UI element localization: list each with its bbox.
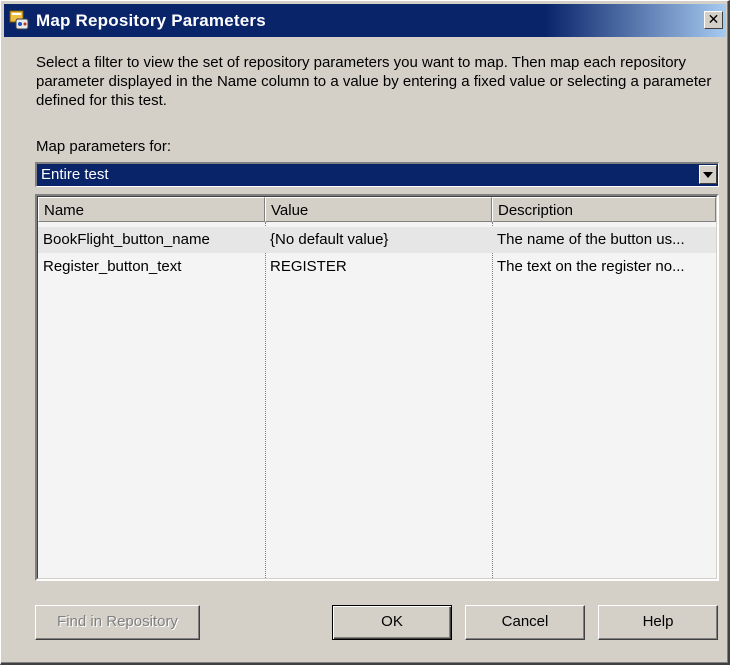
table-row[interactable]: BookFlight_button_name {No default value… [38, 227, 716, 253]
dropdown-selected-value: Entire test [41, 166, 109, 183]
cell-description: The name of the button us... [497, 231, 685, 248]
cancel-button[interactable]: Cancel [465, 605, 585, 640]
table-header: Name Value Description [38, 197, 716, 222]
parameters-table[interactable]: Name Value Description BookFlight_button… [35, 194, 719, 581]
map-parameters-dropdown[interactable]: Entire test [35, 162, 719, 187]
window-title: Map Repository Parameters [36, 11, 266, 30]
column-header-description[interactable]: Description [492, 197, 716, 222]
parameters-table-body: Name Value Description BookFlight_button… [37, 196, 717, 579]
map-parameters-label: Map parameters for: [36, 138, 172, 155]
cell-name: Register_button_text [43, 258, 182, 275]
title-bar[interactable]: Map Repository Parameters ✕ [4, 4, 726, 37]
cell-value[interactable]: {No default value} [265, 227, 492, 253]
table-row[interactable]: Register_button_text REGISTER The text o… [38, 254, 716, 280]
ok-button[interactable]: OK [332, 605, 452, 640]
help-button[interactable]: Help [598, 605, 718, 640]
instructions-text: Select a filter to view the set of repos… [36, 54, 712, 109]
close-icon[interactable]: ✕ [704, 11, 723, 29]
dialog-window: Map Repository Parameters ✕ Select a fil… [0, 0, 730, 665]
column-header-value[interactable]: Value [265, 197, 492, 222]
cell-name: BookFlight_button_name [43, 231, 210, 248]
find-in-repository-button[interactable]: Find in Repository [35, 605, 200, 640]
column-header-name[interactable]: Name [38, 197, 265, 222]
map-parameters-icon [9, 10, 30, 31]
chevron-down-icon[interactable] [699, 165, 717, 184]
cell-value[interactable]: REGISTER [265, 254, 492, 280]
cell-description: The text on the register no... [497, 258, 685, 275]
